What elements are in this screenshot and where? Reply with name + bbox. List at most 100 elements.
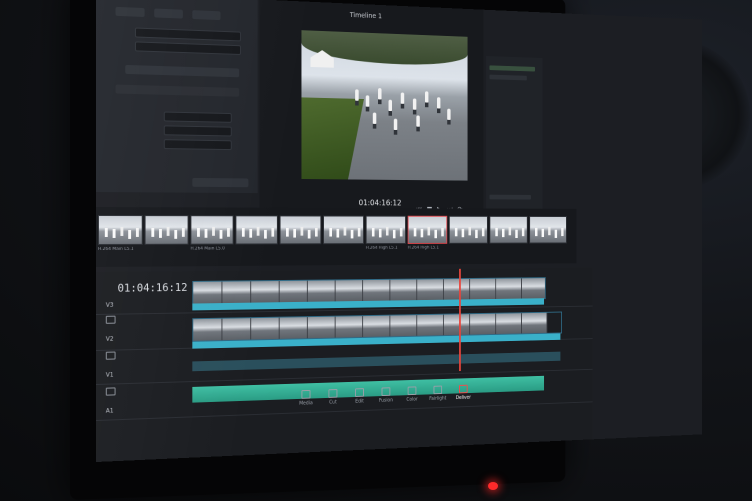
- page-edit[interactable]: Edit: [348, 388, 371, 405]
- monitor-screen: Timeline 1 01:04:16:12 ▶ ■: [96, 0, 703, 462]
- render-job[interactable]: [489, 74, 527, 81]
- filename-field[interactable]: [134, 27, 242, 42]
- page-label: Color: [406, 396, 418, 403]
- clip-frame: [496, 278, 522, 299]
- clip-strip: H.264 Main L5.1 H.264 Main L5.0 H.264 Hi…: [96, 207, 577, 267]
- clip-frame: [521, 278, 546, 299]
- page-label: Edit: [355, 398, 364, 405]
- clip-frame: [443, 278, 471, 300]
- clip-thumbnail[interactable]: [235, 215, 278, 245]
- video-frame: [301, 30, 468, 181]
- page-cut[interactable]: Cut: [321, 389, 344, 406]
- clip-frame: [470, 278, 497, 300]
- timeline-timecode: 01:04:16:12: [117, 281, 188, 295]
- dancer: [400, 92, 405, 104]
- clip-frame: [363, 279, 391, 301]
- page-color[interactable]: Color: [401, 386, 423, 403]
- clip-label: H.264 Main L5.1: [97, 246, 134, 252]
- panel-tab[interactable]: [115, 6, 145, 18]
- panel-tab[interactable]: [154, 8, 183, 19]
- dancer: [355, 89, 359, 101]
- lock-icon[interactable]: [105, 315, 116, 324]
- dancer: [372, 112, 377, 124]
- clip-label: H.264 Main L5.0: [190, 246, 225, 252]
- page-deliver[interactable]: Deliver: [452, 384, 474, 401]
- clip-frame: [417, 314, 444, 336]
- clip-frame: [363, 315, 391, 337]
- render-queue-panel: [486, 56, 543, 232]
- page-label: Cut: [329, 399, 337, 406]
- location-field[interactable]: [134, 41, 242, 55]
- clip-frame: [307, 280, 336, 302]
- timeline-panel: 01:04:16:12 V3 V2 V1 A1: [96, 267, 593, 462]
- grass: [301, 97, 364, 181]
- clip-frame: [470, 313, 497, 335]
- power-led: [488, 482, 498, 490]
- clip-frame: [496, 313, 522, 334]
- dancer: [365, 95, 370, 107]
- fairlight-icon: [433, 385, 443, 395]
- clip-frame: [251, 281, 280, 303]
- dancer: [424, 91, 429, 103]
- clip-thumbnail[interactable]: [279, 215, 322, 245]
- v1-clip-bar[interactable]: [192, 351, 561, 372]
- page-label: Fusion: [378, 397, 393, 404]
- clip-frame: [521, 312, 548, 334]
- clip-thumbnail[interactable]: [323, 215, 364, 245]
- encoder-select[interactable]: [163, 139, 232, 151]
- render-mode-toggle[interactable]: [125, 64, 240, 78]
- format-select[interactable]: [163, 111, 232, 123]
- add-to-render-queue-button[interactable]: [192, 177, 249, 188]
- dancer: [416, 115, 420, 127]
- clip-frame: [443, 314, 471, 336]
- clip-thumbnail[interactable]: [489, 215, 528, 244]
- clip-thumbnail[interactable]: [448, 215, 488, 244]
- clip-frame: [390, 315, 418, 337]
- dancer: [378, 88, 382, 100]
- clip-thumbnail[interactable]: [529, 216, 567, 244]
- color-icon: [407, 386, 417, 396]
- render-settings-panel: [96, 0, 258, 194]
- lock-icon[interactable]: [105, 387, 116, 396]
- clip-frame: [251, 317, 280, 340]
- page-label: Media: [299, 400, 313, 407]
- playhead[interactable]: [459, 268, 461, 372]
- clip-label: H.264 High L5.1: [365, 245, 398, 251]
- clip-frame: [307, 316, 336, 339]
- clip-frame: [279, 317, 308, 339]
- page-label: Deliver: [455, 394, 471, 401]
- codec-select[interactable]: [163, 125, 232, 137]
- clip-thumbnail[interactable]: [365, 215, 406, 245]
- clip-frame: [279, 280, 308, 303]
- clip-thumbnail[interactable]: [97, 215, 143, 245]
- lock-icon[interactable]: [105, 351, 116, 360]
- clip-thumbnail[interactable]: [144, 215, 189, 245]
- page-fairlight[interactable]: Fairlight: [427, 385, 449, 402]
- media-icon: [301, 389, 311, 399]
- fusion-icon: [381, 387, 391, 397]
- viewer-title: Timeline 1: [349, 11, 382, 21]
- edit-icon: [355, 388, 364, 397]
- clip-frame: [222, 318, 252, 341]
- page-fusion[interactable]: Fusion: [375, 387, 398, 404]
- clip-frame: [193, 318, 223, 341]
- clip-frame: [417, 279, 444, 301]
- clip-frame: [222, 281, 252, 304]
- photo-scene: Timeline 1 01:04:16:12 ▶ ■: [0, 0, 752, 501]
- clip-thumbnail-selected[interactable]: [407, 215, 448, 244]
- dancer: [388, 99, 393, 112]
- clip-frame: [193, 281, 223, 304]
- track-label-v1: V1: [105, 371, 114, 379]
- page-media[interactable]: Media: [294, 389, 317, 407]
- cut-icon: [328, 389, 338, 398]
- track-label-v2: V2: [105, 335, 114, 343]
- viewer-timecode: 01:04:16:12: [358, 198, 402, 208]
- render-job[interactable]: [489, 65, 536, 72]
- clip-thumbnail[interactable]: [190, 215, 234, 245]
- viewer-panel: Timeline 1 01:04:16:12 ▶ ■: [259, 0, 484, 232]
- render-progress: [489, 194, 531, 200]
- dancer: [447, 108, 451, 120]
- panel-tab[interactable]: [192, 10, 221, 21]
- export-tabs[interactable]: [115, 84, 240, 97]
- clip-frame: [335, 316, 364, 338]
